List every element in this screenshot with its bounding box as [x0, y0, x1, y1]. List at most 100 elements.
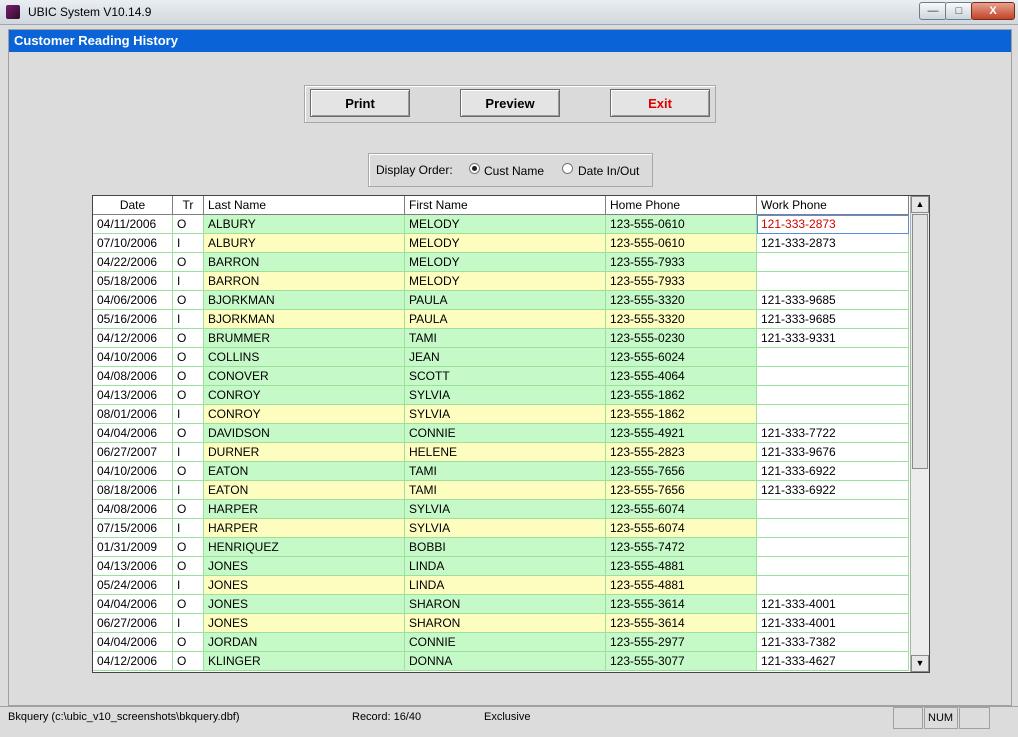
cell-date[interactable]: 04/04/2006 [93, 424, 173, 443]
column-header-work-phone[interactable]: Work Phone [757, 196, 909, 214]
cell-home-phone[interactable]: 123-555-0230 [606, 329, 757, 348]
maximize-button[interactable]: □ [945, 2, 973, 20]
table-row[interactable]: 05/16/2006 I BJORKMAN PAULA 123-555-3320 121-… [93, 310, 909, 329]
table-row[interactable]: 07/10/2006 I ALBURY MELODY 123-555-0610 121-3… [93, 234, 909, 253]
cell-date[interactable]: 04/10/2006 [93, 462, 173, 481]
cell-first-name[interactable]: CONNIE [405, 633, 606, 652]
cell-work-phone[interactable] [757, 557, 909, 576]
cell-home-phone[interactable]: 123-555-7656 [606, 481, 757, 500]
cell-date[interactable]: 05/24/2006 [93, 576, 173, 595]
cell-work-phone[interactable]: 121-333-9685 [757, 291, 909, 310]
cell-tr[interactable]: I [173, 443, 204, 462]
cell-last-name[interactable]: EATON [204, 481, 405, 500]
cell-tr[interactable]: O [173, 500, 204, 519]
cell-home-phone[interactable]: 123-555-3320 [606, 310, 757, 329]
print-button[interactable]: Print [310, 89, 410, 117]
cell-work-phone[interactable]: 121-333-6922 [757, 481, 909, 500]
cell-tr[interactable]: I [173, 234, 204, 253]
column-header-date[interactable]: Date [93, 196, 173, 214]
cell-home-phone[interactable]: 123-555-0610 [606, 215, 757, 234]
cell-work-phone[interactable]: 121-333-6922 [757, 462, 909, 481]
cell-first-name[interactable]: SYLVIA [405, 386, 606, 405]
cell-home-phone[interactable]: 123-555-4921 [606, 424, 757, 443]
cell-tr[interactable]: O [173, 595, 204, 614]
cell-work-phone[interactable] [757, 272, 909, 291]
cell-date[interactable]: 05/18/2006 [93, 272, 173, 291]
table-row[interactable]: 04/04/2006 O JORDAN CONNIE 123-555-2977 121-3… [93, 633, 909, 652]
cell-home-phone[interactable]: 123-555-2977 [606, 633, 757, 652]
cell-last-name[interactable]: BJORKMAN [204, 310, 405, 329]
column-header-home-phone[interactable]: Home Phone [606, 196, 757, 214]
cell-work-phone[interactable] [757, 500, 909, 519]
cell-tr[interactable]: O [173, 424, 204, 443]
cell-tr[interactable]: O [173, 633, 204, 652]
table-row[interactable]: 04/11/2006 O ALBURY MELODY 123-555-0610 121-3… [93, 215, 909, 234]
cell-home-phone[interactable]: 123-555-7933 [606, 253, 757, 272]
cell-home-phone[interactable]: 123-555-7656 [606, 462, 757, 481]
cell-tr[interactable]: I [173, 405, 204, 424]
cell-home-phone[interactable]: 123-555-4881 [606, 576, 757, 595]
radio-date-in-out-label[interactable]: Date In/Out [578, 164, 639, 178]
cell-tr[interactable]: O [173, 253, 204, 272]
cell-first-name[interactable]: MELODY [405, 272, 606, 291]
cell-last-name[interactable]: JONES [204, 614, 405, 633]
cell-first-name[interactable]: SYLVIA [405, 500, 606, 519]
cell-tr[interactable]: O [173, 215, 204, 234]
table-row[interactable]: 04/10/2006 O EATON TAMI 123-555-7656 121-333-… [93, 462, 909, 481]
cell-date[interactable]: 04/13/2006 [93, 557, 173, 576]
cell-tr[interactable]: O [173, 348, 204, 367]
cell-tr[interactable]: O [173, 557, 204, 576]
cell-home-phone[interactable]: 123-555-6074 [606, 519, 757, 538]
cell-first-name[interactable]: HELENE [405, 443, 606, 462]
cell-tr[interactable]: I [173, 481, 204, 500]
table-row[interactable]: 05/18/2006 I BARRON MELODY 123-555-7933 [93, 272, 909, 291]
table-row[interactable]: 04/08/2006 O CONOVER SCOTT 123-555-4064 [93, 367, 909, 386]
cell-home-phone[interactable]: 123-555-3614 [606, 595, 757, 614]
table-row[interactable]: 08/18/2006 I EATON TAMI 123-555-7656 121-333-… [93, 481, 909, 500]
table-row[interactable]: 04/04/2006 O DAVIDSON CONNIE 123-555-4921 121… [93, 424, 909, 443]
cell-date[interactable]: 07/15/2006 [93, 519, 173, 538]
table-row[interactable]: 04/04/2006 O JONES SHARON 123-555-3614 121-33… [93, 595, 909, 614]
cell-first-name[interactable]: MELODY [405, 253, 606, 272]
table-row[interactable]: 04/10/2006 O COLLINS JEAN 123-555-6024 [93, 348, 909, 367]
cell-first-name[interactable]: JEAN [405, 348, 606, 367]
cell-first-name[interactable]: CONNIE [405, 424, 606, 443]
cell-tr[interactable]: I [173, 272, 204, 291]
cell-home-phone[interactable]: 123-555-1862 [606, 405, 757, 424]
cell-work-phone[interactable]: 121-333-7722 [757, 424, 909, 443]
radio-cust-name[interactable] [469, 163, 480, 174]
cell-last-name[interactable]: HARPER [204, 500, 405, 519]
cell-tr[interactable]: I [173, 519, 204, 538]
cell-last-name[interactable]: COLLINS [204, 348, 405, 367]
cell-last-name[interactable]: CONOVER [204, 367, 405, 386]
table-row[interactable]: 06/27/2007 I DURNER HELENE 123-555-2823 121-3… [93, 443, 909, 462]
cell-first-name[interactable]: SYLVIA [405, 405, 606, 424]
cell-last-name[interactable]: HARPER [204, 519, 405, 538]
radio-cust-name-label[interactable]: Cust Name [484, 164, 544, 178]
cell-home-phone[interactable]: 123-555-0610 [606, 234, 757, 253]
cell-tr[interactable]: O [173, 291, 204, 310]
cell-date[interactable]: 08/01/2006 [93, 405, 173, 424]
preview-button[interactable]: Preview [460, 89, 560, 117]
table-row[interactable]: 04/13/2006 O JONES LINDA 123-555-4881 [93, 557, 909, 576]
cell-home-phone[interactable]: 123-555-6024 [606, 348, 757, 367]
cell-home-phone[interactable]: 123-555-3614 [606, 614, 757, 633]
cell-tr[interactable]: O [173, 462, 204, 481]
cell-last-name[interactable]: CONROY [204, 386, 405, 405]
table-row[interactable]: 05/24/2006 I JONES LINDA 123-555-4881 [93, 576, 909, 595]
cell-tr[interactable]: O [173, 538, 204, 557]
exit-button[interactable]: Exit [610, 89, 710, 117]
vertical-scrollbar[interactable]: ▲ ▼ [910, 196, 929, 672]
cell-first-name[interactable]: LINDA [405, 557, 606, 576]
cell-last-name[interactable]: KLINGER [204, 652, 405, 671]
cell-work-phone[interactable] [757, 348, 909, 367]
cell-first-name[interactable]: PAULA [405, 291, 606, 310]
cell-last-name[interactable]: CONROY [204, 405, 405, 424]
cell-work-phone[interactable]: 121-333-7382 [757, 633, 909, 652]
cell-date[interactable]: 06/27/2007 [93, 443, 173, 462]
table-row[interactable]: 06/27/2006 I JONES SHARON 123-555-3614 121-33… [93, 614, 909, 633]
cell-tr[interactable]: I [173, 614, 204, 633]
cell-date[interactable]: 04/08/2006 [93, 500, 173, 519]
cell-work-phone[interactable]: 121-333-4627 [757, 652, 909, 671]
cell-last-name[interactable]: BARRON [204, 253, 405, 272]
